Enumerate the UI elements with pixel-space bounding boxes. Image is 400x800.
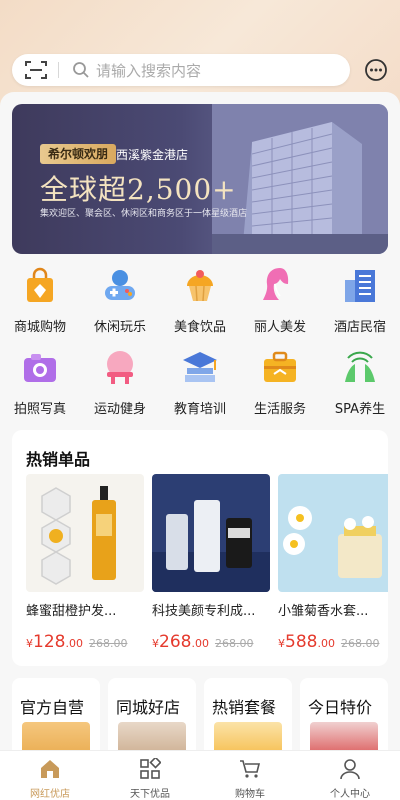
category-label: 美食饮品 xyxy=(173,320,226,335)
toolbox-icon xyxy=(264,351,296,382)
tab-profile[interactable]: 个人中心 xyxy=(300,751,400,800)
category-shopping[interactable]: 商城购物 xyxy=(0,262,80,338)
category-food[interactable]: 美食饮品 xyxy=(160,262,240,338)
product-price: ¥588.00 268.00 xyxy=(278,632,380,652)
category-fitness[interactable]: 运动健身 xyxy=(80,344,160,420)
category-label: 拍照写真 xyxy=(13,402,66,417)
scan-icon[interactable] xyxy=(24,59,48,81)
camera-icon xyxy=(24,354,56,382)
product-card[interactable]: 小雏菊香水套... ¥588.00 268.00 xyxy=(278,474,388,654)
banner-tag: 希尔顿欢朋 xyxy=(40,144,117,164)
user-icon xyxy=(340,759,360,780)
category-beauty[interactable]: 丽人美发 xyxy=(240,262,320,338)
product-image xyxy=(278,474,388,592)
promo-hot-sets[interactable]: 热销套餐 xyxy=(204,678,292,758)
fitness-icon xyxy=(107,351,133,384)
category-label: 商城购物 xyxy=(13,320,66,335)
bottom-tab-bar: 网红优店 天下优品 购物车 个人中心 xyxy=(0,750,400,800)
message-icon[interactable] xyxy=(364,58,388,82)
shopping-bag-icon xyxy=(27,267,53,302)
tab-home[interactable]: 网红优店 xyxy=(0,751,100,800)
category-photo[interactable]: 拍照写真 xyxy=(0,344,80,420)
category-leisure[interactable]: 休闲玩乐 xyxy=(80,262,160,338)
product-card[interactable]: 科技美颜专利成... ¥268.00 268.00 xyxy=(152,474,270,654)
gamepad-icon xyxy=(105,270,135,300)
product-card[interactable]: 蜂蜜甜橙护发... ¥128.00 268.00 xyxy=(26,474,144,654)
product-name: 小雏菊香水套... xyxy=(278,604,369,619)
search-placeholder: 请输入搜索内容 xyxy=(96,62,202,80)
cupcake-icon xyxy=(187,270,213,302)
promo-title: 今日特价 xyxy=(308,698,373,717)
search-input[interactable]: 请输入搜索内容 xyxy=(12,54,350,86)
category-education[interactable]: 教育培训 xyxy=(160,344,240,420)
banner-subtitle: 集欢迎区、聚会区、休闲区和商务区于一体星级酒店 xyxy=(40,209,248,219)
beauty-icon xyxy=(263,268,289,300)
product-old-price: 268.00 xyxy=(88,637,128,650)
category-grid: 商城购物 休闲玩乐 美食饮品 丽人美发 酒店民宿 拍照写真 运动健身 教育培训 … xyxy=(0,262,400,422)
category-hotel[interactable]: 酒店民宿 xyxy=(320,262,400,338)
search-icon xyxy=(73,62,89,78)
category-label: 运动健身 xyxy=(93,402,146,417)
category-label: 生活服务 xyxy=(253,402,306,417)
product-price: ¥128.00 268.00 xyxy=(26,632,128,652)
product-price: ¥268.00 268.00 xyxy=(152,632,254,652)
product-name: 科技美颜专利成... xyxy=(152,604,256,619)
education-icon xyxy=(183,352,217,382)
grid-icon xyxy=(140,758,161,779)
product-image xyxy=(26,474,144,592)
promo-official[interactable]: 官方自营 xyxy=(12,678,100,758)
product-old-price: 268.00 xyxy=(340,637,380,650)
category-label: 丽人美发 xyxy=(253,320,306,335)
tab-label: 个人中心 xyxy=(330,789,370,800)
promo-title: 热销套餐 xyxy=(212,698,277,717)
category-label: 教育培训 xyxy=(173,402,226,417)
hotel-icon xyxy=(345,270,375,302)
category-life-service[interactable]: 生活服务 xyxy=(240,344,320,420)
promo-banner[interactable]: 希尔顿欢朋 西溪紫金港店 全球超2,500+ 集欢迎区、聚会区、休闲区和商务区于… xyxy=(12,104,388,254)
promo-daily-deals[interactable]: 今日特价 xyxy=(300,678,388,758)
banner-store-name: 西溪紫金港店 xyxy=(116,148,189,162)
product-image xyxy=(152,474,270,592)
hotel-building-image xyxy=(212,104,388,254)
search-row: 请输入搜索内容 xyxy=(12,54,388,88)
product-name: 蜂蜜甜橙护发... xyxy=(26,604,117,619)
cart-icon xyxy=(240,760,261,778)
product-old-price: 268.00 xyxy=(214,637,254,650)
tab-cart[interactable]: 购物车 xyxy=(200,751,300,800)
category-label: 酒店民宿 xyxy=(333,320,386,335)
category-label: SPA养生 xyxy=(334,402,386,417)
section-title: 热销单品 xyxy=(26,450,91,469)
search-divider xyxy=(58,62,59,78)
spa-icon xyxy=(345,351,375,382)
promo-title: 官方自营 xyxy=(20,698,85,717)
hot-products-section: 热销单品 蜂蜜甜橙护发... ¥128.00268.00 科技美颜专利成... xyxy=(12,430,388,666)
banner-headline: 全球超2,500+ xyxy=(40,173,237,206)
category-spa[interactable]: SPA养生 xyxy=(320,344,400,420)
home-icon xyxy=(41,760,59,778)
tab-products[interactable]: 天下优品 xyxy=(100,751,200,800)
tab-label: 天下优品 xyxy=(130,789,170,800)
promo-local-stores[interactable]: 同城好店 xyxy=(108,678,196,758)
tab-label: 购物车 xyxy=(235,789,265,800)
category-label: 休闲玩乐 xyxy=(93,320,146,335)
promo-title: 同城好店 xyxy=(116,698,181,717)
tab-label: 网红优店 xyxy=(30,789,70,800)
